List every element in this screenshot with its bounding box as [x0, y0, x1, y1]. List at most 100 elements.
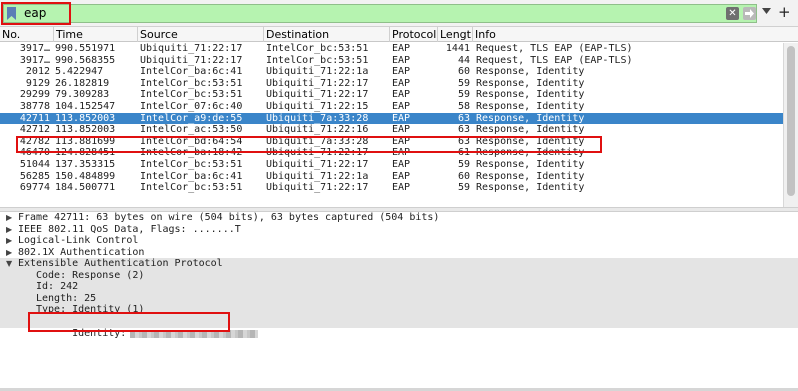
packet-length: 63	[457, 112, 470, 124]
packet-row[interactable]: 3917… 990.551971 Ubiquiti_71:22:17 IntelCor…	[0, 43, 783, 55]
packet-time: 124.828451	[55, 147, 116, 159]
chevron-down-icon[interactable]	[762, 8, 771, 14]
expand-arrow-icon[interactable]: ▶	[6, 235, 12, 247]
packet-time: 990.568355	[55, 54, 116, 66]
column-header-protocol[interactable]: Protocol	[390, 27, 438, 42]
packet-destination: Ubiquiti_71:22:17	[266, 89, 369, 101]
packet-info: Response, Identity	[476, 66, 585, 78]
packet-number: 46470	[19, 147, 50, 159]
packet-source: IntelCor_bc:53:51	[140, 158, 243, 170]
packet-source: IntelCor_bd:64:54	[140, 135, 243, 147]
packet-time: 26.182819	[55, 77, 110, 89]
packet-info: Response, Identity	[476, 158, 585, 170]
packet-destination: Ubiquiti_71:22:1a	[266, 170, 369, 182]
packet-length: 59	[457, 182, 470, 194]
bookmark-icon[interactable]	[7, 7, 16, 20]
detail-llc[interactable]: ▶ Logical-Link Control	[0, 235, 798, 247]
detail-eap-length[interactable]: Length: 25	[0, 292, 798, 304]
packet-time: 137.353315	[55, 158, 116, 170]
column-header-no[interactable]: No.	[0, 27, 54, 42]
expand-arrow-icon[interactable]: ▶	[6, 247, 12, 259]
packet-rows: 3917… 990.551971 Ubiquiti_71:22:17 IntelCor…	[0, 43, 783, 194]
packet-list-header: No. Time Source Destination Protocol Len…	[0, 27, 798, 42]
packet-protocol: EAP	[392, 54, 411, 66]
column-header-destination[interactable]: Destination	[264, 27, 390, 42]
detail-frame[interactable]: ▶ Frame 42711: 63 bytes on wire (504 bit…	[0, 212, 798, 224]
packet-info: Response, Identity	[476, 147, 585, 159]
clear-icon[interactable]: ✕	[726, 7, 739, 20]
packet-protocol: EAP	[392, 124, 411, 136]
packet-row[interactable]: 51044 137.353315 IntelCor_bc:53:51 Ubiquiti…	[0, 159, 783, 171]
packet-protocol: EAP	[392, 182, 411, 194]
expand-arrow-icon[interactable]: ▶	[6, 224, 12, 236]
packet-source: IntelCor_bc:53:51	[140, 89, 243, 101]
packet-row[interactable]: 2012 5.422947 IntelCor_ba:6c:41 Ubiquiti_71…	[0, 66, 783, 78]
packet-row[interactable]: 9129 26.182819 IntelCor_bc:53:51 Ubiquiti_7…	[0, 78, 783, 90]
detail-ieee80211[interactable]: ▶ IEEE 802.11 QoS Data, Flags: .......T	[0, 224, 798, 236]
packet-number: 56285	[19, 170, 50, 182]
packet-source: IntelCor_bc:53:51	[140, 182, 243, 194]
column-header-length[interactable]: Length	[438, 27, 473, 42]
column-header-info[interactable]: Info	[473, 27, 798, 42]
detail-eap-id[interactable]: Id: 242	[0, 281, 798, 293]
packet-destination: Ubiquiti_71:22:1a	[266, 66, 369, 78]
scrollbar-thumb[interactable]	[787, 46, 795, 196]
packet-source: IntelCor_ac:53:50	[140, 124, 243, 136]
packet-destination: Ubiquiti_71:22:17	[266, 77, 369, 89]
packet-source: IntelCor_bc:53:51	[140, 77, 243, 89]
packet-info: Response, Identity	[476, 170, 585, 182]
packet-row[interactable]: 38778 104.152547 IntelCor_07:6c:40 Ubiquiti…	[0, 101, 783, 113]
add-filter-button[interactable]: +	[778, 3, 791, 22]
packet-length: 59	[457, 77, 470, 89]
packet-row[interactable]: 42712 113.852003 IntelCor_ac:53:50 Ubiquiti…	[0, 124, 783, 136]
packet-length: 60	[457, 170, 470, 182]
packet-length: 1441	[445, 43, 470, 54]
display-filter-input[interactable]: eap ✕	[3, 4, 757, 23]
packet-row[interactable]: 69774 184.500771 IntelCor_bc:53:51 Ubiquiti…	[0, 182, 783, 194]
packet-length: 59	[457, 89, 470, 101]
packet-row[interactable]: 42782 113.881699 IntelCor_bd:64:54 Ubiquiti…	[0, 136, 783, 148]
display-filter-value[interactable]: eap	[24, 5, 46, 22]
packet-info: Request, TLS EAP (EAP-TLS)	[476, 43, 633, 54]
packet-source: IntelCor_ba:6c:41	[140, 66, 243, 78]
packet-details: ▶ Frame 42711: 63 bytes on wire (504 bit…	[0, 212, 798, 391]
packet-length: 63	[457, 135, 470, 147]
packet-info: Response, Identity	[476, 124, 585, 136]
packet-source: IntelCor_a9:de:55	[140, 112, 243, 124]
packet-time: 990.551971	[55, 43, 116, 54]
arrow-right-icon[interactable]	[743, 7, 756, 20]
column-header-time[interactable]: Time	[54, 27, 138, 42]
packet-row[interactable]: 3917… 990.568355 Ubiquiti_71:22:17 IntelCor…	[0, 55, 783, 67]
detail-eap-type[interactable]: Type: Identity (1)	[0, 304, 798, 316]
packet-number: 29299	[19, 89, 50, 101]
column-header-source[interactable]: Source	[138, 27, 264, 42]
packet-info: Response, Identity	[476, 112, 585, 124]
packet-protocol: EAP	[392, 77, 411, 89]
packet-source: IntelCor_ba:6c:41	[140, 170, 243, 182]
detail-eap[interactable]: ▼ Extensible Authentication Protocol	[0, 258, 798, 270]
detail-8021x[interactable]: ▶ 802.1X Authentication	[0, 247, 798, 259]
packet-row[interactable]: 29299 79.309283 IntelCor_bc:53:51 Ubiquiti_…	[0, 89, 783, 101]
collapse-arrow-icon[interactable]: ▼	[6, 258, 12, 270]
packet-length: 44	[457, 54, 470, 66]
expand-arrow-icon[interactable]: ▶	[6, 212, 12, 224]
packet-protocol: EAP	[392, 100, 411, 112]
packet-source: IntelCor_ba:18:42	[140, 147, 243, 159]
packet-time: 104.152547	[55, 100, 116, 112]
packet-info: Request, TLS EAP (EAP-TLS)	[476, 54, 633, 66]
packet-length: 63	[457, 124, 470, 136]
selected-packet-row[interactable]: 42711 113.852003 IntelCor_a9:de:55 Ubiquiti…	[0, 112, 783, 125]
packet-protocol: EAP	[392, 89, 411, 101]
packet-row[interactable]: 46470 124.828451 IntelCor_ba:18:42 Ubiquiti…	[0, 147, 783, 159]
detail-eap-code[interactable]: Code: Response (2)	[0, 269, 798, 281]
packet-time: 113.852003	[55, 112, 116, 124]
detail-eap-identity[interactable]: Identity:	[0, 316, 798, 339]
packet-row[interactable]: 56285 150.484899 IntelCor_ba:6c:41 Ubiquiti…	[0, 171, 783, 183]
packet-time: 113.852003	[55, 124, 116, 136]
packet-list-scrollbar[interactable]	[783, 43, 798, 207]
packet-source: Ubiquiti_71:22:17	[140, 54, 243, 66]
packet-destination: Ubiquiti_7a:33:28	[266, 135, 369, 147]
packet-time: 150.484899	[55, 170, 116, 182]
packet-protocol: EAP	[392, 147, 411, 159]
packet-time: 113.881699	[55, 135, 116, 147]
